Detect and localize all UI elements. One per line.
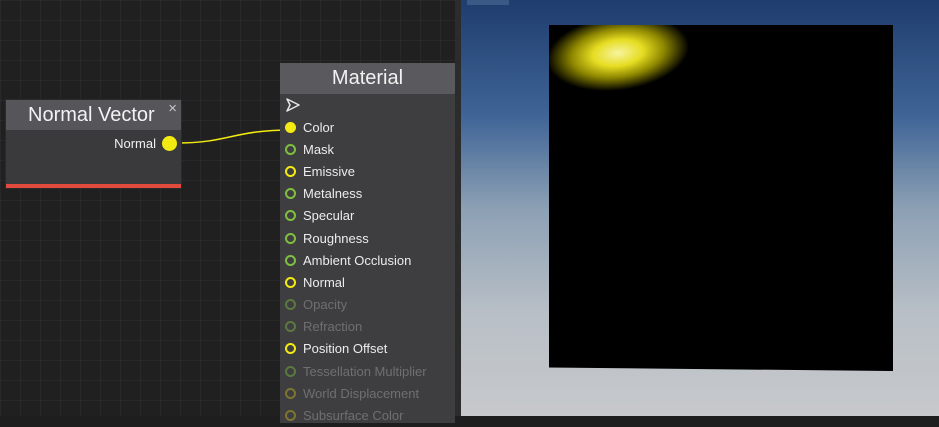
specular-highlight [549,25,699,110]
preview-object [549,25,893,371]
input-label: Tessellation Multiplier [303,363,427,379]
viewport-tab[interactable] [467,0,509,5]
input-pin[interactable] [285,143,296,155]
input-pin[interactable] [285,188,296,200]
normal-output-row: Normal [114,136,177,151]
input-pin[interactable] [285,321,296,333]
input-label: Emissive [303,163,356,179]
normal-output-label: Normal [114,136,156,151]
input-label: Metalness [303,186,363,202]
input-pin[interactable] [285,254,296,266]
input-pin[interactable] [285,121,296,133]
input-label: Position Offset [303,341,388,357]
normal-vector-node-header[interactable]: Normal Vector × [6,100,181,130]
material-input-row[interactable]: Mask [280,138,455,160]
material-input-row: World Displacement [280,382,455,404]
material-input-row[interactable]: Metalness [280,183,455,205]
normal-vector-node[interactable]: Normal Vector × Normal [5,99,182,189]
node-accent-bar [6,184,181,188]
arrow-right-outline-icon[interactable] [285,98,301,112]
input-label: Ambient Occlusion [303,252,412,268]
material-input-row[interactable]: Emissive [280,160,455,182]
input-label: Opacity [303,297,348,313]
normal-vector-node-title: Normal Vector [28,104,155,126]
input-label: Refraction [303,319,363,335]
input-label: World Displacement [303,385,420,401]
material-input-row: Refraction [280,316,455,338]
material-input-row[interactable]: Normal [280,271,455,293]
material-input-row: Opacity [280,294,455,316]
input-pin[interactable] [285,210,296,222]
input-pin[interactable] [285,343,296,355]
input-pin[interactable] [285,387,296,399]
material-input-row[interactable]: Ambient Occlusion [280,249,455,271]
input-label: Mask [303,141,335,157]
material-inputs-list: Color Mask Emissive Metalness Specular Roughn… [280,116,455,427]
input-pin[interactable] [285,232,296,244]
material-node[interactable]: Material Color Mask Emissive Metalness Specu… [280,63,455,423]
material-input-row[interactable]: Specular [280,205,455,227]
input-label: Normal [303,274,345,290]
material-input-row[interactable]: Position Offset [280,338,455,360]
input-pin[interactable] [285,276,296,288]
normal-output-pin[interactable] [162,136,177,151]
material-input-row[interactable]: Roughness [280,227,455,249]
input-label: Roughness [303,230,369,246]
close-icon[interactable]: × [168,94,177,124]
input-pin[interactable] [285,165,296,177]
input-pin[interactable] [285,299,296,311]
input-label: Color [303,119,335,135]
material-node-title[interactable]: Material [280,63,455,94]
input-pin[interactable] [285,365,296,377]
exec-input-row [280,94,455,116]
material-input-row[interactable]: Color [280,116,455,138]
material-input-row: Tessellation Multiplier [280,360,455,382]
input-label: Specular [303,208,355,224]
